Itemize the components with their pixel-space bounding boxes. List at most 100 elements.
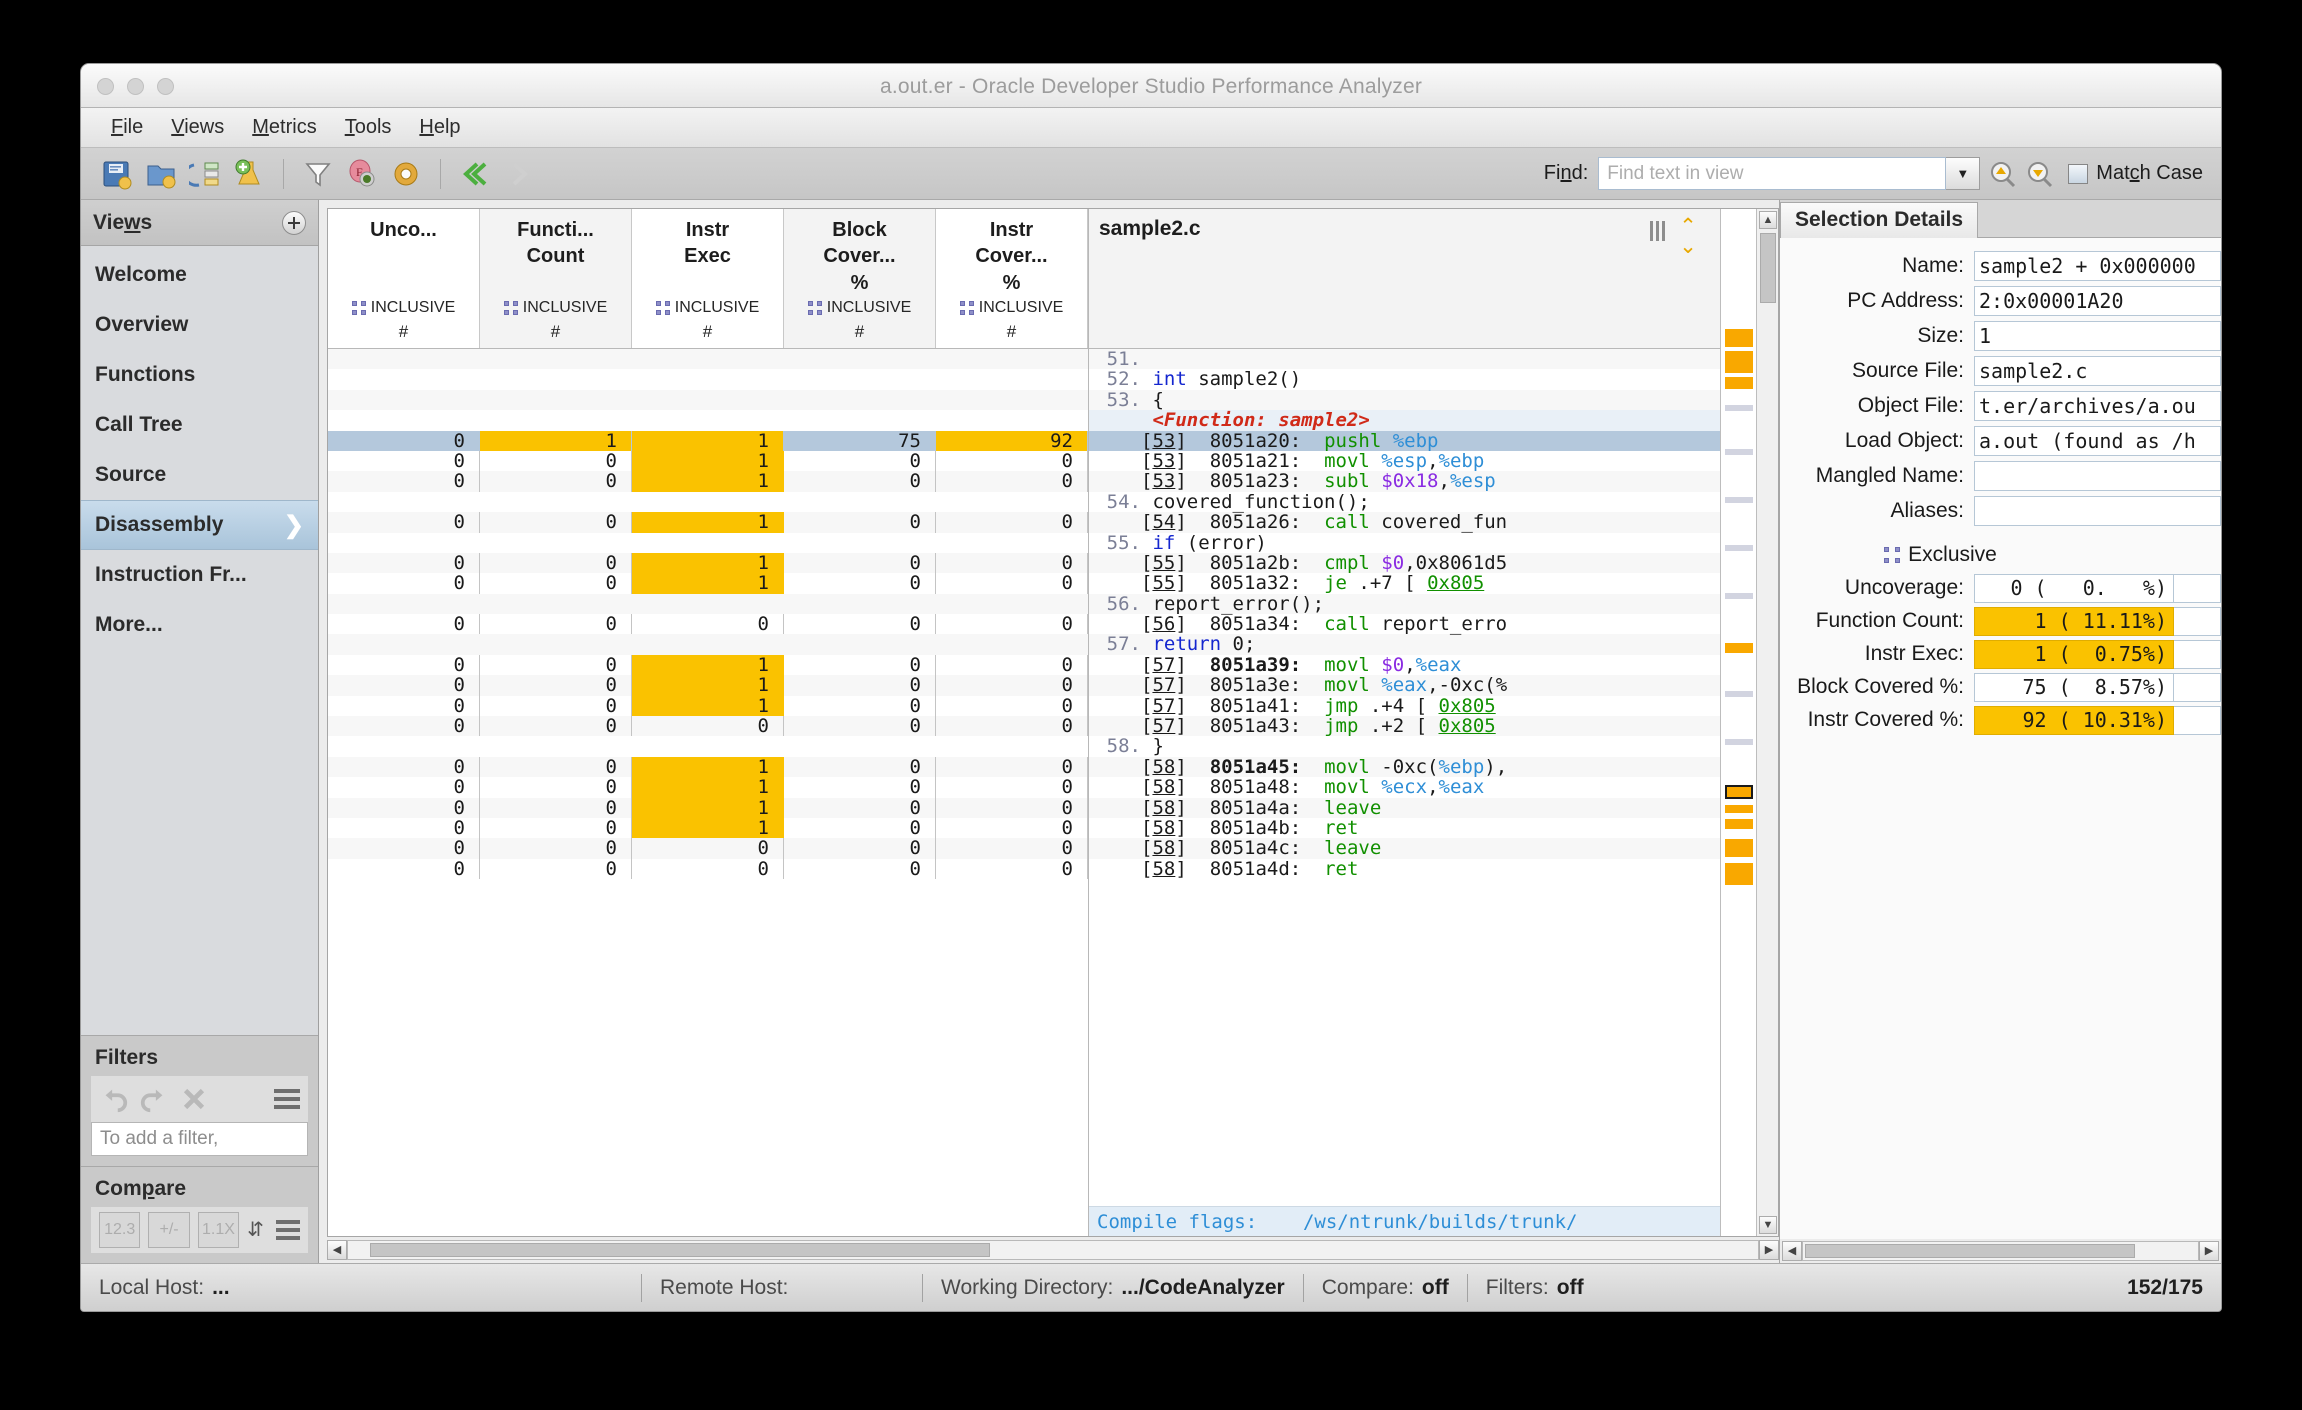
- compare-menu-icon[interactable]: [275, 1220, 300, 1240]
- disassembly-line[interactable]: [54] 8051a26: call covered_fun: [1089, 511, 1720, 533]
- vertical-scrollbar[interactable]: ▲ ▼: [1756, 209, 1778, 1236]
- metrics-row[interactable]: 00100: [328, 675, 1088, 696]
- source-line-ref[interactable]: [57]: [1141, 695, 1187, 717]
- coverage-marker[interactable]: [1725, 805, 1753, 813]
- filter-input[interactable]: To add a filter,: [91, 1122, 308, 1156]
- metrics-row[interactable]: 0 1 1 75 92: [328, 430, 1088, 451]
- add-experiment-icon[interactable]: [233, 158, 265, 190]
- disassembly-line[interactable]: [58] 8051a4a: leave: [1089, 797, 1720, 818]
- column-header-uncoverage[interactable]: Unco... INCLUSIVE #: [328, 209, 480, 348]
- open-experiment-icon[interactable]: [145, 158, 177, 190]
- detail-field-value[interactable]: 2:0x00001A20: [1974, 286, 2221, 316]
- details-horizontal-scroll-thumb[interactable]: [1805, 1244, 2135, 1258]
- metrics-row[interactable]: 00100: [328, 756, 1088, 777]
- metrics-row[interactable]: [328, 634, 1088, 655]
- menu-help[interactable]: Help: [405, 114, 474, 141]
- nav-arrows[interactable]: ⌃ ⌄: [1674, 216, 1702, 257]
- detail-field-value[interactable]: a.out (found as /h: [1974, 426, 2221, 456]
- metrics-row[interactable]: 00100: [328, 777, 1088, 798]
- metrics-row[interactable]: 00100: [328, 451, 1088, 471]
- coverage-marker[interactable]: [1725, 785, 1753, 799]
- compare-experiment-icon[interactable]: [189, 158, 221, 190]
- compare-delta-button[interactable]: +/-: [148, 1212, 190, 1248]
- source-line-ref[interactable]: [55]: [1141, 552, 1187, 574]
- metrics-row[interactable]: 00100: [328, 573, 1088, 594]
- column-header-instr-covered[interactable]: Instr Cover... % INCLUSIVE #: [936, 209, 1088, 348]
- compare-ratio-button[interactable]: 1.1X: [197, 1212, 240, 1248]
- nav-up-icon[interactable]: ⌃: [1674, 216, 1702, 237]
- disassembly-line[interactable]: [58] 8051a4b: ret: [1089, 818, 1720, 839]
- details-horizontal-scrollbar[interactable]: [1802, 1241, 2199, 1261]
- source-line-ref[interactable]: [57]: [1141, 674, 1187, 696]
- disassembly-line[interactable]: [57] 8051a41: jmp .+4 [ 0x805: [1089, 695, 1720, 717]
- coverage-marker[interactable]: [1725, 863, 1753, 885]
- coverage-marker[interactable]: [1725, 377, 1753, 389]
- line-marker[interactable]: [1725, 497, 1753, 503]
- sidebar-item-more[interactable]: More...: [81, 600, 318, 650]
- detail-field-value[interactable]: t.er/archives/a.ou: [1974, 391, 2221, 421]
- metrics-row[interactable]: [328, 736, 1088, 757]
- source-line[interactable]: 57. return 0;: [1089, 634, 1720, 655]
- vertical-scroll-thumb[interactable]: [1760, 233, 1776, 303]
- coverage-marker[interactable]: [1725, 643, 1753, 653]
- disassembly-line[interactable]: [53] 8051a21: movl %esp,%ebp: [1089, 451, 1720, 472]
- match-case-checkbox[interactable]: [2068, 163, 2089, 184]
- disassembly-line[interactable]: [55] 8051a32: je .+7 [ 0x805: [1089, 572, 1720, 594]
- tab-selection-details[interactable]: Selection Details: [1780, 202, 1979, 238]
- menu-metrics[interactable]: Metrics: [238, 114, 330, 141]
- sidebar-item-overview[interactable]: Overview: [81, 300, 318, 350]
- detail-field-value[interactable]: 1: [1974, 321, 2221, 351]
- metrics-row[interactable]: 00000: [328, 838, 1088, 859]
- forward-icon[interactable]: [503, 158, 535, 190]
- line-marker[interactable]: [1725, 449, 1753, 455]
- sidebar-item-call-tree[interactable]: Call Tree: [81, 400, 318, 450]
- disassembly-line[interactable]: [58] 8051a4d: ret: [1089, 859, 1720, 880]
- scroll-up-button[interactable]: ▲: [1759, 211, 1777, 229]
- add-view-button[interactable]: [282, 210, 306, 235]
- source-line-ref[interactable]: [57]: [1141, 715, 1187, 737]
- metrics-row[interactable]: 00100: [328, 818, 1088, 838]
- disassembly-line[interactable]: [53] 8051a23: subl $0x18,%esp: [1089, 471, 1720, 492]
- disassembly-line[interactable]: [58] 8051a48: movl %ecx,%eax: [1089, 777, 1720, 798]
- metrics-row[interactable]: [328, 410, 1088, 431]
- details-hscroll-left-button[interactable]: ◀: [1782, 1241, 1802, 1261]
- menu-views[interactable]: Views: [157, 114, 238, 141]
- details-hscroll-right-button[interactable]: ▶: [2199, 1241, 2219, 1261]
- column-grip-icon[interactable]: [1650, 221, 1666, 241]
- metrics-row[interactable]: 00000: [328, 858, 1088, 879]
- metrics-row[interactable]: 00100: [328, 695, 1088, 716]
- find-function-icon[interactable]: F: [346, 158, 378, 190]
- horizontal-scrollbar[interactable]: [347, 1240, 1759, 1260]
- source-line[interactable]: 54. covered_function();: [1089, 491, 1720, 512]
- metrics-row[interactable]: 00000: [328, 716, 1088, 736]
- metrics-row[interactable]: 00100: [328, 512, 1088, 533]
- filter-menu-icon[interactable]: [274, 1089, 300, 1109]
- disassembly-line[interactable]: [57] 8051a43: jmp .+2 [ 0x805: [1089, 715, 1720, 737]
- menu-file[interactable]: FFileile: [97, 114, 157, 141]
- redo-filter-icon[interactable]: [139, 1084, 169, 1114]
- line-marker[interactable]: [1725, 593, 1753, 599]
- settings-gear-icon[interactable]: [390, 158, 422, 190]
- sidebar-item-source[interactable]: Source: [81, 450, 318, 500]
- detail-field-value[interactable]: [1974, 496, 2221, 526]
- source-line-ref[interactable]: [54]: [1141, 511, 1187, 533]
- menu-tools[interactable]: Tools: [331, 114, 406, 141]
- line-marker[interactable]: [1725, 405, 1753, 411]
- undo-filter-icon[interactable]: [99, 1084, 129, 1114]
- disassembly-line[interactable]: [58] 8051a4c: leave: [1089, 838, 1720, 859]
- source-line-ref[interactable]: [55]: [1141, 572, 1187, 594]
- sort-toggle-icon[interactable]: ⇵: [247, 1217, 270, 1243]
- metrics-row[interactable]: [328, 593, 1088, 615]
- sidebar-item-instruction-freq[interactable]: Instruction Fr...: [81, 550, 318, 600]
- scroll-down-button[interactable]: ▼: [1759, 1216, 1777, 1234]
- coverage-marker[interactable]: [1725, 329, 1753, 347]
- metrics-row[interactable]: [328, 349, 1088, 370]
- disassembly-line[interactable]: [55] 8051a2b: cmpl $0,0x8061d5: [1089, 552, 1720, 574]
- line-marker[interactable]: [1725, 545, 1753, 551]
- detail-field-value[interactable]: [1974, 461, 2221, 491]
- find-input[interactable]: Find text in view: [1598, 157, 1947, 190]
- coverage-marker[interactable]: [1725, 351, 1753, 373]
- sidebar-item-welcome[interactable]: Welcome: [81, 250, 318, 300]
- metrics-row[interactable]: 00000: [328, 614, 1088, 634]
- source-line[interactable]: 55. if (error): [1089, 532, 1720, 553]
